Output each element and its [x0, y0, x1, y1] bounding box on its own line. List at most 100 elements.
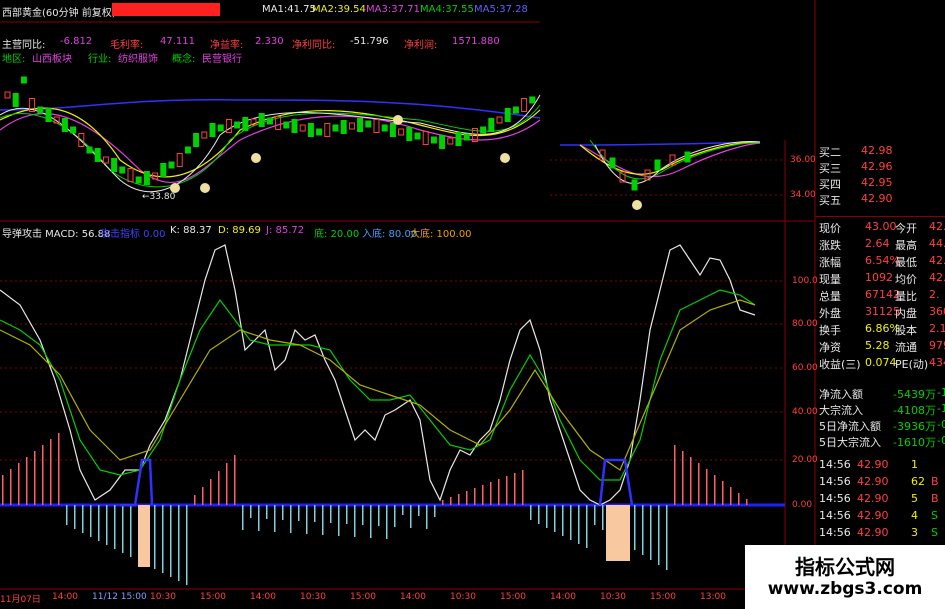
candle [37, 106, 44, 114]
chart-canvas [0, 0, 816, 609]
tick-side: B [931, 492, 939, 505]
fund-label: 净利同比: [292, 40, 336, 51]
fund-value: 纺织服饰 [118, 54, 158, 65]
flow-extra: -1 [937, 386, 945, 399]
candle [496, 116, 503, 124]
macd-bar [522, 470, 524, 505]
macd-bar [18, 463, 20, 505]
macd-bar [658, 505, 660, 565]
divider [815, 216, 945, 217]
candle [12, 93, 19, 107]
quote-value: 1092 [865, 271, 893, 284]
quote-label: 涨幅 [819, 256, 841, 269]
chart-header: 西部黄金(60分钟 前复权) MA1:41.75 MA2:39.54 MA3:3… [0, 0, 540, 22]
macd-bar [706, 469, 708, 505]
order-book-row[interactable]: 买二 42.98 [815, 144, 945, 159]
ind-axis-label: 100.0 [792, 276, 818, 286]
macd-bar [498, 479, 500, 505]
stock-title[interactable]: 西部黄金(60分钟 前复权) [2, 4, 116, 19]
ma1-label: MA1:41.75 [262, 4, 316, 15]
macd-bar [218, 471, 220, 505]
macd-bar [274, 505, 276, 532]
quote-row[interactable]: 净资 5.28 流通 9791 [815, 339, 945, 354]
candle [127, 168, 134, 182]
quote-value: 9791 [929, 339, 945, 352]
candle [86, 146, 93, 154]
quote-row[interactable]: 现量 1092 均价 42. [815, 271, 945, 286]
indicator-title[interactable]: 导弹攻击 MACD: 56.88 [2, 225, 110, 240]
macd-bar [362, 505, 364, 525]
quote-row[interactable]: 换手6.86%股本2.12 [815, 322, 945, 337]
quote-row[interactable]: 涨幅 6.54% 最低 42. [815, 254, 945, 269]
macd-bar [26, 457, 28, 505]
indicator-param: D: 89.69 [218, 225, 261, 236]
fund-flow-row[interactable]: 5日净流入额 -3936万 -0 [815, 418, 945, 433]
ind-axis-label: 40.00 [792, 407, 818, 417]
fund-label: 行业: [88, 54, 112, 65]
price-axis-label: 36.00 [790, 155, 816, 165]
flow-label: 净流入额 [819, 388, 863, 401]
flow-extra: -1 [937, 402, 945, 415]
quote-value: 42. [929, 220, 945, 233]
tick-time: 14:56 [819, 492, 851, 505]
quote-label: PE(动) [895, 358, 929, 371]
flow-value: -3936万 [893, 420, 936, 433]
quote-value: 2.12 [929, 322, 945, 335]
quote-label: 净资 [819, 341, 841, 354]
quote-row[interactable]: 外盘31125内盘360 [815, 305, 945, 320]
quote-label: 内盘 [895, 307, 917, 320]
candle [455, 132, 462, 146]
macd-bar [330, 505, 332, 523]
macd-bar [66, 505, 68, 525]
candle [70, 126, 77, 134]
candle [217, 124, 224, 132]
fund-flow-row[interactable]: 5日大宗流入 -1610万 -0 [815, 434, 945, 449]
order-book-row[interactable]: 买三 42.96 [815, 160, 945, 175]
macd-bar [162, 505, 164, 573]
time-axis-label: 14:00 [550, 592, 576, 602]
ma2-label: MA2:39.54 [312, 4, 366, 15]
candle [225, 119, 232, 133]
fund-value: 2.330 [255, 36, 284, 47]
quote-value: 2. [929, 288, 940, 301]
signal-marker [632, 200, 642, 210]
candle [373, 119, 380, 133]
macd-bar [602, 505, 604, 530]
quote-label: 股本 [895, 324, 917, 337]
indicator-params: 攻击指标 0.00 K: 88.37 D: 89.69 J: 85.72 底: 20.0… [100, 225, 520, 240]
candle [631, 179, 638, 191]
order-book-row[interactable]: 买四 42.95 [815, 176, 945, 191]
macd-bar [82, 505, 84, 533]
candle [389, 123, 396, 137]
fund-flow-row[interactable]: 大宗流入 -4108万 -1 [815, 402, 945, 417]
order-book-row[interactable]: 买五 42.90 [815, 192, 945, 207]
macd-bar [178, 505, 180, 581]
tick-time: 14:56 [819, 475, 851, 488]
macd-bar [410, 505, 412, 528]
quote-row[interactable]: 涨跌 2.64 最高 44. [815, 237, 945, 252]
macd-bar [370, 505, 372, 538]
macd-bar [234, 455, 236, 505]
price-low-label: ←33.80 [142, 192, 176, 202]
candle [119, 166, 126, 174]
candle [504, 108, 511, 122]
tick-row: 14:56 42.90 3 S [815, 526, 945, 540]
macd-bar [290, 505, 292, 533]
tick-list: 14:56 42.90 1 14:56 42.90 62 B 14:56 42.90 5 B 14:5… [815, 458, 945, 548]
macd-bar [250, 505, 252, 518]
candle [414, 132, 421, 140]
candle [102, 156, 109, 164]
macd-bar [562, 505, 564, 536]
time-axis-label: 15:00 [500, 592, 526, 602]
time-axis-label: 10:30 [600, 592, 626, 602]
macd-bar [386, 505, 388, 539]
quote-row[interactable]: 现价 43.00 今开 42. [815, 220, 945, 235]
quote-row[interactable]: 收益(三) 0.074PE(动)434 [815, 356, 945, 371]
indicator-param: J: 85.72 [266, 225, 305, 236]
macd-bar [2, 475, 4, 505]
macd-bar [346, 505, 348, 524]
macd-bar [202, 487, 204, 505]
fund-flow-row[interactable]: 净流入额 -5439万 -1 [815, 386, 945, 401]
quote-row[interactable]: 总量 67142 量比 2. [815, 288, 945, 303]
macd-bar [738, 493, 740, 505]
